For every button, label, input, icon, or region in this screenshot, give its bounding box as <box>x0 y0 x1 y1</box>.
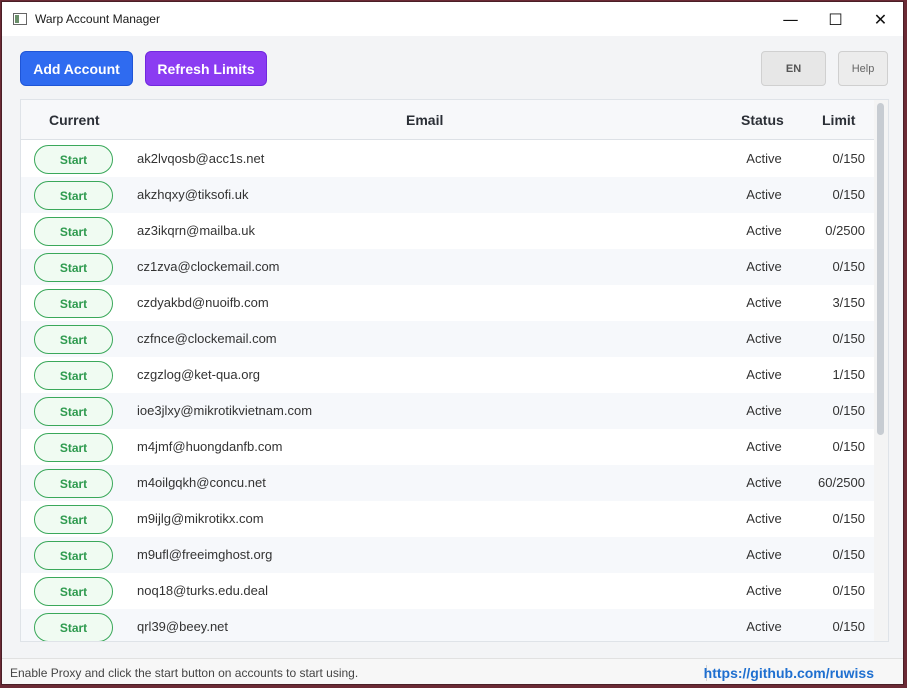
start-button[interactable]: Start <box>34 217 113 246</box>
table-row[interactable]: Start qrl39@beey.net Active 0/150 <box>21 609 876 641</box>
table-row[interactable]: Start ak2lvqosb@acc1s.net Active 0/150 <box>21 141 876 177</box>
account-email: ak2lvqosb@acc1s.net <box>137 151 265 166</box>
add-account-button[interactable]: Add Account <box>20 51 133 86</box>
window-controls: — ☐ ✕ <box>768 2 903 36</box>
account-email: m9ijlg@mikrotikx.com <box>137 511 264 526</box>
window-title: Warp Account Manager <box>35 12 160 26</box>
start-button[interactable]: Start <box>34 433 113 462</box>
start-button[interactable]: Start <box>34 181 113 210</box>
header-current[interactable]: Current <box>49 100 100 140</box>
account-status: Active <box>746 403 782 418</box>
start-button[interactable]: Start <box>34 361 113 390</box>
account-status: Active <box>746 547 782 562</box>
app-window: Warp Account Manager — ☐ ✕ Add Account R… <box>1 1 904 685</box>
account-limit: 0/150 <box>832 331 865 346</box>
account-status: Active <box>746 367 782 382</box>
account-email: m9ufl@freeimghost.org <box>137 547 273 562</box>
start-button[interactable]: Start <box>34 145 113 174</box>
account-limit: 0/150 <box>832 583 865 598</box>
app-icon <box>13 13 27 25</box>
table-row[interactable]: Start m9ijlg@mikrotikx.com Active 0/150 <box>21 501 876 537</box>
start-button[interactable]: Start <box>34 613 113 641</box>
table-row[interactable]: Start czdyakbd@nuoifb.com Active 3/150 <box>21 285 876 321</box>
account-email: az3ikqrn@mailba.uk <box>137 223 255 238</box>
account-status: Active <box>746 511 782 526</box>
table-body: Start ak2lvqosb@acc1s.net Active 0/150 Start… <box>21 141 876 641</box>
account-status: Active <box>746 331 782 346</box>
minimize-icon[interactable]: — <box>768 2 813 36</box>
start-button[interactable]: Start <box>34 469 113 498</box>
account-email: akzhqxy@tiksofi.uk <box>137 187 249 202</box>
account-email: czdyakbd@nuoifb.com <box>137 295 269 310</box>
account-email: ioe3jlxy@mikrotikvietnam.com <box>137 403 313 418</box>
scrollbar-thumb[interactable] <box>877 103 884 435</box>
account-email: qrl39@beey.net <box>137 619 229 634</box>
account-limit: 0/2500 <box>825 223 865 238</box>
table-header: Current Email Status Limit <box>21 100 876 140</box>
table-row[interactable]: Start czgzlog@ket-qua.org Active 1/150 <box>21 357 876 393</box>
toolbar: Add Account Refresh Limits EN Help <box>2 36 903 100</box>
account-status: Active <box>746 475 782 490</box>
table-row[interactable]: Start ioe3jlxy@mikrotikvietnam.com Active 0… <box>21 393 876 429</box>
account-status: Active <box>746 151 782 166</box>
account-status: Active <box>746 187 782 202</box>
vertical-scrollbar[interactable] <box>874 100 888 641</box>
account-limit: 0/150 <box>832 187 865 202</box>
language-button[interactable]: EN <box>761 51 826 86</box>
header-limit[interactable]: Limit <box>822 100 855 140</box>
account-limit: 3/150 <box>832 295 865 310</box>
start-button[interactable]: Start <box>34 289 113 318</box>
accounts-table: Current Email Status Limit Start ak2lvqos… <box>20 99 889 642</box>
close-icon[interactable]: ✕ <box>858 2 903 36</box>
table-row[interactable]: Start cz1zva@clockemail.com Active 0/150 <box>21 249 876 285</box>
table-row[interactable]: Start az3ikqrn@mailba.uk Active 0/2500 <box>21 213 876 249</box>
header-email[interactable]: Email <box>406 100 443 140</box>
table-row[interactable]: Start m4jmf@huongdanfb.com Active 0/150 <box>21 429 876 465</box>
table-row[interactable]: Start noq18@turks.edu.deal Active 0/150 <box>21 573 876 609</box>
title-bar: Warp Account Manager — ☐ ✕ <box>2 2 903 36</box>
account-email: m4jmf@huongdanfb.com <box>137 439 283 454</box>
start-button[interactable]: Start <box>34 577 113 606</box>
account-email: czgzlog@ket-qua.org <box>137 367 261 382</box>
start-button[interactable]: Start <box>34 397 113 426</box>
refresh-limits-button[interactable]: Refresh Limits <box>145 51 267 86</box>
account-status: Active <box>746 259 782 274</box>
github-link[interactable]: https://github.com/ruwiss <box>704 659 874 684</box>
account-status: Active <box>746 619 782 634</box>
account-email: cz1zva@clockemail.com <box>137 259 280 274</box>
account-limit: 0/150 <box>832 547 865 562</box>
start-button[interactable]: Start <box>34 541 113 570</box>
table-row[interactable]: Start m9ufl@freeimghost.org Active 0/150 <box>21 537 876 573</box>
table-row[interactable]: Start m4oilgqkh@concu.net Active 60/2500 <box>21 465 876 501</box>
status-bar: Enable Proxy and click the start button … <box>2 658 903 684</box>
help-button[interactable]: Help <box>838 51 888 86</box>
account-status: Active <box>746 295 782 310</box>
account-limit: 1/150 <box>832 367 865 382</box>
account-limit: 60/2500 <box>818 475 865 490</box>
account-email: czfnce@clockemail.com <box>137 331 277 346</box>
account-limit: 0/150 <box>832 151 865 166</box>
table-row[interactable]: Start akzhqxy@tiksofi.uk Active 0/150 <box>21 177 876 213</box>
account-email: noq18@turks.edu.deal <box>137 583 269 598</box>
start-button[interactable]: Start <box>34 325 113 354</box>
account-email: m4oilgqkh@concu.net <box>137 475 266 490</box>
account-status: Active <box>746 223 782 238</box>
header-status[interactable]: Status <box>741 100 784 140</box>
account-limit: 0/150 <box>832 511 865 526</box>
status-message: Enable Proxy and click the start button … <box>10 666 359 680</box>
account-status: Active <box>746 583 782 598</box>
table-row[interactable]: Start czfnce@clockemail.com Active 0/150 <box>21 321 876 357</box>
start-button[interactable]: Start <box>34 253 113 282</box>
account-limit: 0/150 <box>832 403 865 418</box>
account-status: Active <box>746 439 782 454</box>
maximize-icon[interactable]: ☐ <box>813 2 858 36</box>
account-limit: 0/150 <box>832 439 865 454</box>
account-limit: 0/150 <box>832 259 865 274</box>
account-limit: 0/150 <box>832 619 865 634</box>
start-button[interactable]: Start <box>34 505 113 534</box>
